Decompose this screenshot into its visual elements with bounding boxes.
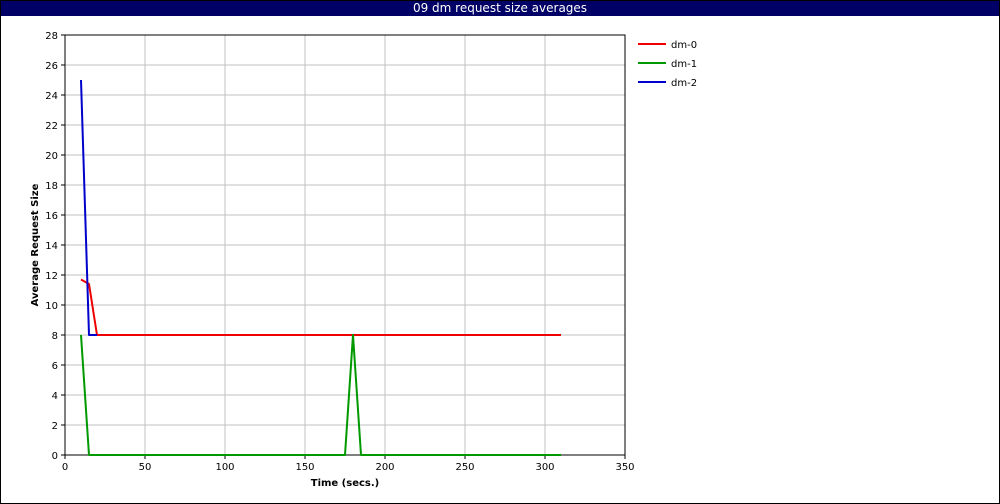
x-tick-label: 300 [535, 462, 554, 473]
y-axis-label: Average Request Size [30, 183, 41, 306]
x-tick-label: 100 [215, 462, 234, 473]
legend-label-dm-2: dm-2 [671, 78, 697, 89]
y-tick-label: 12 [45, 271, 58, 282]
series-lines [80, 79, 561, 456]
grid-lines [64, 34, 626, 456]
x-axis-label: Time (secs.) [311, 478, 380, 489]
y-tick-label: 6 [52, 361, 58, 372]
y-tick-label: 22 [45, 121, 58, 132]
x-tick-label: 0 [62, 462, 68, 473]
x-tick-label: 250 [455, 462, 474, 473]
y-tick-label: 20 [45, 151, 58, 162]
line-chart: 0 50 100 150 200 250 300 350 024681012141618202… [30, 31, 697, 489]
y-tick-label: 8 [52, 331, 58, 342]
x-tick-label: 200 [375, 462, 394, 473]
y-tick-label: 26 [45, 61, 58, 72]
x-axis-ticks: 0 50 100 150 200 250 300 350 [62, 455, 635, 473]
y-tick-label: 28 [45, 31, 58, 42]
y-tick-label: 0 [52, 451, 58, 462]
x-tick-label: 350 [615, 462, 634, 473]
series-line-dm-2 [80, 79, 97, 336]
y-tick-label: 2 [52, 421, 58, 432]
x-tick-label: 50 [139, 462, 152, 473]
legend-label-dm-1: dm-1 [671, 59, 697, 70]
legend-label-dm-0: dm-0 [671, 40, 697, 51]
y-tick-label: 10 [45, 301, 58, 312]
x-tick-label: 150 [295, 462, 314, 473]
y-axis-ticks: 0246810121416182022242628 [45, 31, 65, 462]
y-tick-label: 14 [45, 241, 58, 252]
legend: dm-0 dm-1 dm-2 [638, 40, 697, 89]
y-tick-label: 16 [45, 211, 58, 222]
y-tick-label: 4 [52, 391, 58, 402]
y-tick-label: 24 [45, 91, 58, 102]
series-line-dm-0 [80, 278, 561, 336]
y-tick-label: 18 [45, 181, 58, 192]
